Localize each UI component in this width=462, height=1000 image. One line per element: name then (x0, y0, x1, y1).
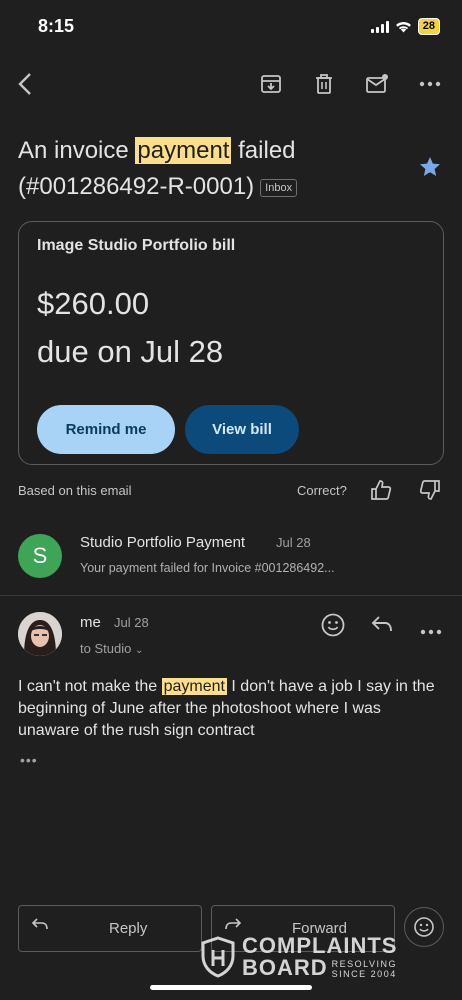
message-date: Jul 28 (114, 615, 149, 630)
emoji-react-icon[interactable] (320, 612, 346, 643)
recipient-details[interactable]: to Studio ⌄ (80, 641, 143, 656)
invoice-number: (#001286492-R-0001) (18, 173, 255, 200)
sender-name: me (80, 614, 101, 631)
more-icon[interactable] (420, 622, 442, 640)
message-body: I can't not make the payment I don't hav… (18, 676, 438, 742)
bill-amount: $260.00 (37, 286, 150, 321)
shield-icon (201, 936, 235, 978)
message-snippet[interactable]: Your payment failed for Invoice #0012864… (80, 561, 335, 575)
emoji-button[interactable] (404, 907, 444, 947)
reply-icon (31, 917, 49, 935)
avatar (18, 612, 62, 656)
chevron-down-icon: ⌄ (134, 645, 144, 656)
bill-card: Image Studio Portfolio bill $260.00 due … (18, 221, 444, 465)
signal-icon (370, 20, 389, 33)
back-arrow-icon[interactable] (12, 70, 40, 98)
watermark-small2: SINCE 2004 (331, 969, 397, 979)
view-bill-button[interactable]: View bill (185, 405, 299, 454)
subject-text-end: failed (231, 137, 296, 164)
show-trimmed-content[interactable]: ••• (20, 752, 38, 768)
mail-unread-icon[interactable] (363, 70, 391, 98)
watermark-logo: COMPLAINTS BOARD RESOLVING SINCE 2004 (200, 935, 397, 979)
message-date: Jul 28 (276, 535, 311, 550)
watermark-line2: BOARD (242, 955, 328, 980)
search-highlight: payment (135, 137, 232, 164)
body-text: I can't not make the (18, 678, 162, 695)
recipient-text: to Studio (80, 641, 132, 656)
watermark-line1: COMPLAINTS (242, 933, 398, 958)
reply-label: Reply (109, 920, 148, 937)
watermark-small1: RESOLVING (331, 959, 398, 969)
star-icon[interactable] (418, 155, 442, 184)
correct-question: Correct? (297, 483, 347, 498)
thumbs-down-icon[interactable] (419, 479, 441, 506)
bill-due-date: due on Jul 28 (37, 334, 224, 369)
status-icons: 28 (370, 18, 440, 35)
status-time: 8:15 (38, 16, 75, 36)
avatar: S (18, 534, 62, 578)
email-subject: An invoice payment failed (#001286492-R-… (18, 133, 408, 205)
bill-title: Image Studio Portfolio bill (37, 237, 236, 254)
reply-icon[interactable] (370, 614, 394, 639)
thumbs-up-icon[interactable] (370, 479, 392, 506)
remind-me-button[interactable]: Remind me (37, 405, 175, 454)
reply-button[interactable]: Reply (18, 905, 202, 952)
emoji-icon (414, 917, 434, 937)
archive-icon[interactable] (257, 70, 285, 98)
search-highlight: payment (161, 678, 227, 695)
subject-text: An invoice (18, 137, 136, 164)
wifi-icon (395, 22, 411, 33)
battery-icon: 28 (417, 18, 440, 35)
divider (0, 595, 462, 596)
based-on-email-text: Based on this email (18, 483, 132, 498)
trash-icon[interactable] (310, 70, 338, 98)
sender-name[interactable]: Studio Portfolio Payment (80, 534, 245, 551)
home-indicator (150, 985, 312, 990)
more-icon[interactable] (416, 70, 444, 98)
forward-icon (224, 917, 242, 935)
inbox-label[interactable]: Inbox (260, 178, 298, 197)
